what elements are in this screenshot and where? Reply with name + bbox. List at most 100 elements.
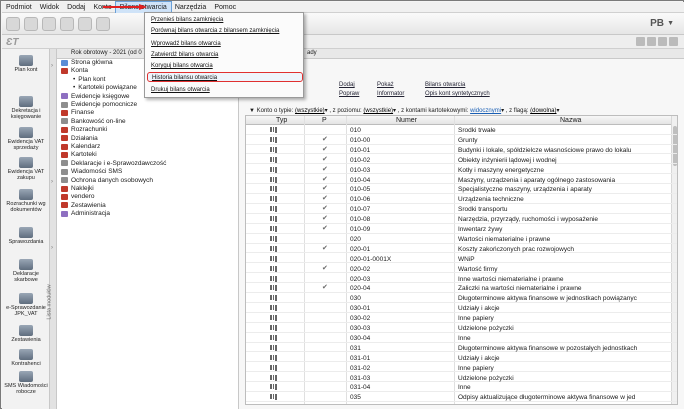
column-header-p[interactable]: P bbox=[322, 117, 327, 124]
filter-card-value[interactable]: widocznymi bbox=[470, 108, 501, 114]
table-row[interactable]: ✔ 010-04 Maszyny, urządzenia i aparaty ogó… bbox=[246, 176, 677, 185]
opening-balance-link[interactable]: Bilans otwarcia bbox=[425, 82, 465, 88]
toolbar-button-icon[interactable] bbox=[78, 17, 92, 31]
table-row[interactable]: ✔ 010-05 Specjalistyczne maszyny, urządzen… bbox=[246, 185, 677, 195]
menu-item-6[interactable]: Pomoc bbox=[210, 2, 240, 13]
chevron-down-icon[interactable]: ▼ bbox=[667, 20, 674, 27]
show-link[interactable]: Pokaż bbox=[377, 82, 394, 88]
tree-item[interactable]: Rozrachunki bbox=[61, 126, 107, 133]
table-row[interactable]: ✔ 010-03 Kotły i maszyny energetyczne bbox=[246, 166, 677, 175]
tree-item[interactable]: vendero bbox=[61, 193, 95, 200]
toolbar-button-icon[interactable] bbox=[60, 17, 74, 31]
table-row[interactable]: 010 Środki trwałe bbox=[246, 126, 677, 135]
table-row[interactable]: ✔ 010-01 Budynki i lokale, spółdzielcze wł… bbox=[246, 146, 677, 155]
dropdown-menu-item[interactable]: Historia bilansu otwarcia bbox=[147, 72, 303, 82]
chevron-down-icon[interactable]: ▾ bbox=[325, 108, 328, 114]
dropdown-menu-item[interactable]: Zatwierdź bilans otwarcia bbox=[149, 50, 301, 60]
table-row[interactable]: ✔ 010-06 Urządzenia techniczne bbox=[246, 195, 677, 204]
table-row[interactable]: 020-01-0001X WNiP bbox=[246, 255, 677, 264]
table-row[interactable]: 030 Długoterminowe aktywa finansowe w jed… bbox=[246, 294, 677, 303]
edit-link[interactable]: Popraw bbox=[339, 91, 359, 97]
module-button[interactable]: SMS Wiadomości robocze bbox=[2, 371, 50, 395]
table-row[interactable]: 031-04 Inne bbox=[246, 383, 677, 393]
table-row[interactable]: ✔ 010-07 Środki transportu bbox=[246, 205, 677, 214]
filter-flag-value[interactable]: (dowolna) bbox=[530, 108, 556, 114]
module-button[interactable]: Plan kont bbox=[2, 55, 50, 73]
menu-item-0[interactable]: Podmiot bbox=[2, 2, 36, 13]
tree-item[interactable]: Ewidencje księgowe bbox=[61, 93, 130, 100]
chevron-down-icon[interactable]: ▾ bbox=[557, 108, 560, 114]
tree-item[interactable]: Naklejki bbox=[61, 185, 94, 192]
table-row[interactable]: 020-03 Inne wartości niematerialne i praw… bbox=[246, 275, 677, 284]
pager-first-icon[interactable] bbox=[636, 37, 645, 46]
table-row[interactable]: 030-03 Udzielone pożyczki bbox=[246, 324, 677, 333]
tree-item[interactable]: Konta bbox=[61, 67, 88, 74]
chevron-down-icon[interactable]: ▾ bbox=[501, 108, 504, 114]
filter-type-value[interactable]: (wszystkie) bbox=[295, 108, 325, 114]
dropdown-menu-item[interactable]: Przenieś bilans zamknięcia bbox=[149, 15, 301, 25]
module-button[interactable]: e-Sprawozdanie JPK_VAT bbox=[2, 293, 50, 317]
tree-item[interactable]: • Kartoteki powiązane bbox=[73, 84, 137, 91]
tree-item[interactable]: Finanse bbox=[61, 109, 94, 116]
chevron-right-icon[interactable]: › bbox=[51, 179, 53, 185]
informator-link[interactable]: Informator bbox=[377, 91, 404, 97]
module-button[interactable]: Sprawozdania bbox=[2, 227, 50, 245]
table-row[interactable]: ✔ 020-04 Zaliczki na wartości niematerialn… bbox=[246, 284, 677, 294]
table-row[interactable]: 031-03 Udzielone pożyczki bbox=[246, 374, 677, 383]
module-button[interactable]: Rozrachunki wg dokumentów bbox=[2, 189, 50, 213]
tree-item[interactable]: Wiadomości SMS bbox=[61, 168, 122, 175]
module-button[interactable]: Zestawienia bbox=[2, 325, 50, 343]
pager-prev-icon[interactable] bbox=[647, 37, 656, 46]
toolbar-button-icon[interactable] bbox=[6, 17, 20, 31]
toolbar-button-icon[interactable] bbox=[42, 17, 56, 31]
tree-item[interactable]: Działania bbox=[61, 135, 98, 142]
tree-item[interactable]: Strona główna bbox=[61, 59, 113, 66]
column-header-typ[interactable]: Typ bbox=[276, 117, 287, 124]
table-row[interactable]: 030-02 Inne papiery bbox=[246, 314, 677, 323]
module-button[interactable]: Kontrahenci bbox=[2, 349, 50, 367]
dropdown-menu-item[interactable]: Drukuj bilans otwarcia bbox=[149, 85, 301, 95]
table-row[interactable]: ✔ 020-02 Wartość firmy bbox=[246, 265, 677, 274]
column-header-numer[interactable]: Numer bbox=[396, 117, 417, 124]
module-button[interactable]: Ewidencja VAT zakupu bbox=[2, 157, 50, 181]
dropdown-menu-item[interactable]: Porównaj bilans otwarcia z bilansem zamk… bbox=[149, 26, 301, 36]
chevron-right-icon[interactable]: › bbox=[51, 63, 53, 69]
pager-next-icon[interactable] bbox=[658, 37, 667, 46]
menu-item-1[interactable]: Widok bbox=[36, 2, 63, 13]
chevron-right-icon[interactable]: › bbox=[51, 245, 53, 251]
table-row[interactable]: 031-01 Udziały i akcje bbox=[246, 354, 677, 363]
menu-item-5[interactable]: Narzędzia bbox=[171, 2, 211, 13]
tree-item[interactable]: Zestawienia bbox=[61, 202, 106, 209]
tree-item[interactable]: Ewidencje pomocnicze bbox=[61, 101, 137, 108]
tree-item[interactable]: Kalendarz bbox=[61, 143, 100, 150]
toolbar-button-icon[interactable] bbox=[24, 17, 38, 31]
profile-label[interactable]: PB bbox=[650, 18, 664, 29]
table-row[interactable]: 031 Długoterminowe aktywa finansowe w poz… bbox=[246, 344, 677, 353]
module-button[interactable]: Deklaracje skarbowe bbox=[2, 259, 50, 283]
table-row[interactable]: 020 Wartości niematerialne i prawne bbox=[246, 235, 677, 244]
tree-item[interactable]: Bankowość on-line bbox=[61, 118, 126, 125]
table-row[interactable]: 031-02 Inne papiery bbox=[246, 364, 677, 373]
table-row[interactable]: ✔ 010-09 Inwentarz żywy bbox=[246, 225, 677, 234]
menu-item-2[interactable]: Dodaj bbox=[63, 2, 89, 13]
column-header-nazwa[interactable]: Nazwa bbox=[560, 117, 581, 124]
pager-last-icon[interactable] bbox=[669, 37, 678, 46]
table-row[interactable]: ✔ 010-00 Grunty bbox=[246, 136, 677, 145]
tree-item[interactable]: Administracja bbox=[61, 210, 110, 217]
toolbar-button-icon[interactable] bbox=[96, 17, 110, 31]
tree-item[interactable]: Kartoteki bbox=[61, 151, 97, 158]
add-link[interactable]: Dodaj bbox=[339, 82, 355, 88]
module-button[interactable]: Ewidencja VAT sprzedaży bbox=[2, 127, 50, 151]
filter-level-value[interactable]: (wszystkie) bbox=[363, 108, 393, 114]
table-row[interactable]: 035 Odpisy aktualizujące długoterminowe a… bbox=[246, 393, 677, 402]
dropdown-menu-item[interactable]: Wprowadź bilans otwarcia bbox=[149, 39, 301, 49]
dropdown-menu-item[interactable]: Koryguj bilans otwarcia bbox=[149, 61, 301, 71]
tree-item[interactable]: Ochrona danych osobowych bbox=[61, 177, 153, 184]
table-row[interactable]: ✔ 020-01 Koszty zakończonych prac rozwojow… bbox=[246, 245, 677, 254]
tree-item[interactable]: Deklaracje i e-Sprawozdawczość bbox=[61, 160, 166, 167]
table-row[interactable]: 030-01 Udziały i akcje bbox=[246, 304, 677, 313]
table-row[interactable]: ✔ 010-08 Narzędzia, przyrządy, ruchomości … bbox=[246, 215, 677, 224]
table-row[interactable]: 030-04 Inne bbox=[246, 334, 677, 343]
module-button[interactable]: Dekretacja i księgowanie bbox=[2, 96, 50, 120]
module-list-tab[interactable]: Lista modułów › › › bbox=[47, 49, 57, 409]
